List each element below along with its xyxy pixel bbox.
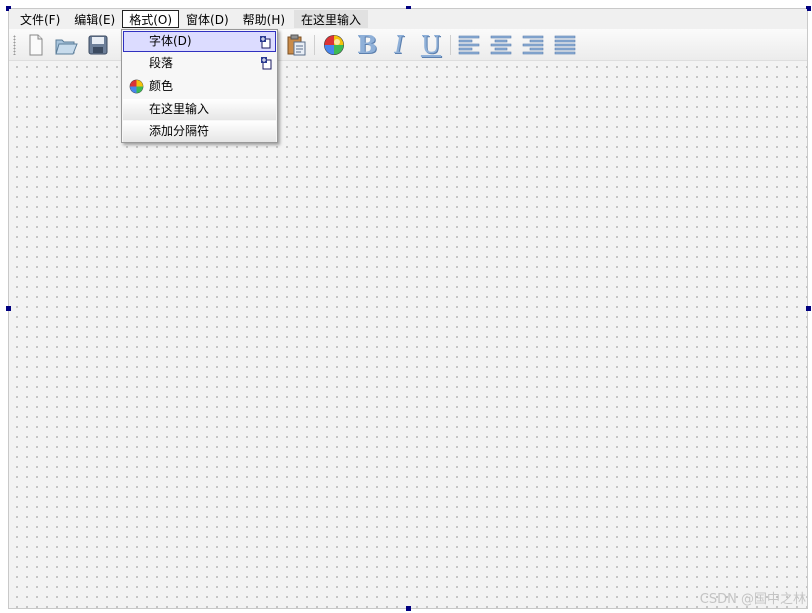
- format-menu-item-label: 颜色: [149, 79, 174, 93]
- underline-button[interactable]: U: [418, 33, 444, 57]
- menu-window[interactable]: 窗体(D): [179, 10, 236, 28]
- color-wheel-icon: [129, 79, 144, 94]
- menu-type-here[interactable]: 在这里输入: [294, 10, 369, 28]
- align-justify-icon: [554, 35, 576, 55]
- paste-button[interactable]: [283, 33, 309, 57]
- italic-button[interactable]: I: [386, 33, 412, 57]
- resize-handle-left[interactable]: [6, 306, 11, 311]
- menu-edit[interactable]: 编辑(E): [67, 10, 122, 28]
- save-icon: [88, 35, 108, 55]
- underline-icon: U: [420, 31, 442, 59]
- format-menu-item-type-here[interactable]: 在这里输入: [123, 99, 276, 120]
- italic-icon: I: [394, 31, 404, 59]
- format-menu-dropdown: 字体(D) 段落 颜色 在这里输入 添加分隔符: [121, 29, 278, 143]
- format-menu-item-label: 添加分隔符: [149, 124, 210, 138]
- align-right-icon: [522, 35, 544, 55]
- toolbar-grip[interactable]: [13, 35, 16, 55]
- color-wheel-icon: [324, 35, 344, 55]
- bold-icon: B: [356, 30, 378, 59]
- format-menu-item-add-separator[interactable]: 添加分隔符: [123, 121, 276, 142]
- bold-button[interactable]: B: [354, 33, 380, 57]
- align-left-icon: [458, 35, 480, 55]
- format-menu-item-font[interactable]: 字体(D): [123, 31, 276, 52]
- open-folder-icon: [55, 39, 78, 55]
- submenu-icon: [261, 57, 272, 70]
- format-menu-item-label: 在这里输入: [149, 102, 210, 116]
- toolbar-separator: [450, 35, 451, 55]
- color-button[interactable]: [321, 33, 347, 57]
- menu-format[interactable]: 格式(O): [122, 10, 180, 28]
- align-right-button[interactable]: [520, 33, 546, 57]
- open-button[interactable]: [53, 33, 79, 57]
- format-menu-item-paragraph[interactable]: 段落: [123, 53, 276, 74]
- resize-handle-bottom[interactable]: [406, 606, 411, 611]
- watermark: CSDN @国中之林: [699, 592, 806, 607]
- new-document-icon: [29, 34, 43, 56]
- menu-help[interactable]: 帮助(H): [236, 10, 292, 28]
- new-button[interactable]: [23, 33, 49, 57]
- paste-icon: [287, 34, 306, 56]
- align-left-button[interactable]: [456, 33, 482, 57]
- align-justify-button[interactable]: [552, 33, 578, 57]
- format-menu-item-label: 字体(D): [149, 34, 192, 48]
- format-menu-item-color[interactable]: 颜色: [123, 76, 276, 97]
- format-menu-item-label: 段落: [149, 56, 174, 70]
- menu-file[interactable]: 文件(F): [13, 10, 67, 28]
- menubar: 文件(F) 编辑(E) 格式(O) 窗体(D) 帮助(H) 在这里输入: [9, 9, 807, 29]
- align-center-icon: [490, 35, 512, 55]
- submenu-icon: [260, 36, 271, 49]
- align-center-button[interactable]: [488, 33, 514, 57]
- save-button[interactable]: [85, 33, 111, 57]
- toolbar-separator: [314, 35, 315, 55]
- resize-handle-right[interactable]: [806, 306, 811, 311]
